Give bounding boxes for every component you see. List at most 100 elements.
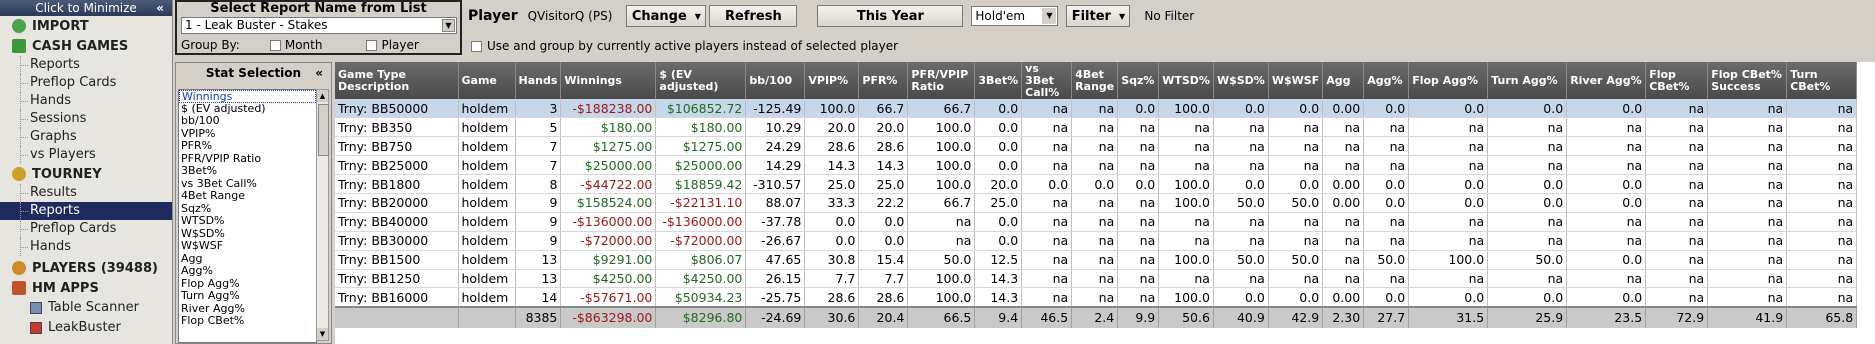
stat-item[interactable]: Winnings bbox=[179, 90, 316, 103]
column-header[interactable]: vs 3Bet Call% bbox=[1021, 62, 1073, 99]
column-header[interactable]: W$SD% bbox=[1213, 62, 1269, 99]
nav-item-cash-preflop-cards[interactable]: Preflop Cards bbox=[0, 74, 172, 92]
stat-list[interactable]: Winnings $ (EV adjusted) bb/100 VPIP% PFR% PF… bbox=[178, 89, 317, 343]
nav-item-cash-vs-players[interactable]: vs Players bbox=[0, 146, 172, 164]
table-cell: na bbox=[1786, 231, 1858, 251]
stat-item[interactable]: PFR% bbox=[179, 139, 316, 153]
column-header[interactable]: Hands bbox=[515, 62, 562, 99]
table-cell: 0.0 bbox=[974, 136, 1023, 157]
minimize-bar[interactable]: Click to Minimize « bbox=[0, 0, 172, 16]
column-header[interactable]: Flop Agg% bbox=[1408, 62, 1489, 99]
date-range-button[interactable]: This Year bbox=[817, 5, 964, 27]
nav-item-leakbuster[interactable]: LeakBuster bbox=[0, 318, 172, 338]
column-header[interactable]: PFR/VPIP Ratio bbox=[907, 62, 976, 99]
table-cell: 100.0 bbox=[1158, 193, 1214, 213]
column-header[interactable]: Turn CBet% bbox=[1786, 62, 1858, 99]
report-name-select[interactable]: 1 - Leak Buster - Stakes ▼ bbox=[181, 17, 457, 34]
table-cell: 14.3 bbox=[974, 287, 1023, 308]
use-active-players-checkbox[interactable] bbox=[471, 40, 482, 52]
nav-item-tourney-results[interactable]: Results bbox=[0, 184, 172, 202]
chevron-left-icon[interactable]: « bbox=[156, 0, 164, 16]
column-header[interactable]: PFR% bbox=[858, 62, 909, 99]
refresh-button[interactable]: Refresh bbox=[709, 5, 798, 27]
stat-item[interactable]: 4Bet Range bbox=[179, 189, 316, 203]
table-cell: na bbox=[1071, 155, 1119, 176]
table-row[interactable]: Trny: BB25000 holdem 7 $25000.00 $25000.00 14… bbox=[335, 155, 1858, 176]
column-header[interactable]: Game bbox=[458, 62, 516, 99]
stat-list-scrollbar[interactable]: ▲ ▼ bbox=[316, 89, 329, 341]
column-header[interactable]: 4Bet Range bbox=[1071, 62, 1119, 99]
stat-item[interactable]: Agg% bbox=[179, 264, 316, 278]
table-row[interactable]: Trny: BB1500 holdem 13 $9291.00 $806.07 47.65… bbox=[335, 250, 1858, 270]
table-row[interactable]: Trny: BB16000 holdem 14 -$57671.00 $50934.23… bbox=[335, 287, 1858, 308]
month-option[interactable]: Month bbox=[269, 38, 323, 52]
stat-item[interactable]: bb/100 bbox=[179, 114, 316, 128]
column-header[interactable]: $ (EV adjusted) bbox=[655, 62, 747, 99]
table-cell: na bbox=[1786, 269, 1858, 289]
table-row[interactable]: Trny: BB30000 holdem 9 -$72000.00 -$72000.00… bbox=[335, 231, 1858, 251]
column-header[interactable]: Flop CBet% Success bbox=[1707, 62, 1788, 99]
table-row[interactable]: Trny: BB750 holdem 7 $1275.00 $1275.00 24.29 2… bbox=[335, 136, 1858, 157]
change-button[interactable]: Change ▼ bbox=[626, 5, 707, 27]
column-header[interactable]: River Agg% bbox=[1566, 62, 1647, 99]
column-header[interactable]: Turn Agg% bbox=[1487, 62, 1568, 99]
game-type-select[interactable]: Hold'em ▼ bbox=[971, 6, 1059, 26]
column-header[interactable]: 3Bet% bbox=[974, 62, 1023, 99]
column-header[interactable]: bb/100 bbox=[745, 62, 806, 99]
scroll-up-icon[interactable]: ▲ bbox=[317, 90, 328, 102]
nav-item-tourney-reports[interactable]: Reports bbox=[0, 202, 172, 220]
nav-section-import[interactable]: IMPORT bbox=[0, 16, 172, 36]
table-cell: Trny: BB25000 bbox=[335, 155, 459, 176]
total-cell: 46.5 bbox=[1021, 305, 1073, 328]
scroll-down-icon[interactable]: ▼ bbox=[317, 328, 328, 340]
table-row[interactable]: Trny: BB1250 holdem 13 $4250.00 $4250.00 26.1… bbox=[335, 269, 1858, 289]
scroll-thumb[interactable] bbox=[318, 104, 329, 156]
column-header[interactable]: WTSD% bbox=[1158, 62, 1214, 99]
table-row[interactable]: Trny: BB50000 holdem 3 -$188238.00 $106852.7… bbox=[335, 99, 1858, 119]
table-cell: 50.0 bbox=[1213, 193, 1269, 213]
column-header[interactable]: VPIP% bbox=[804, 62, 860, 99]
table-cell: na bbox=[1322, 250, 1365, 270]
use-active-players-option[interactable]: Use and group by currently active player… bbox=[471, 39, 898, 53]
month-label: Month bbox=[284, 38, 323, 52]
column-header[interactable]: W$WSF bbox=[1268, 62, 1324, 99]
chevron-down-icon[interactable]: ▼ bbox=[442, 19, 455, 32]
table-cell: na bbox=[1786, 287, 1858, 308]
nav-item-cash-hands[interactable]: Hands bbox=[0, 92, 172, 110]
nav-section-tourney[interactable]: TOURNEY bbox=[0, 164, 172, 184]
stat-item[interactable]: Turn Agg% bbox=[179, 289, 316, 303]
table-cell: 30.8 bbox=[804, 250, 860, 270]
table-row[interactable]: Trny: BB20000 holdem 9 $158524.00 -$22131.10… bbox=[335, 193, 1858, 213]
stat-item[interactable]: W$WSF bbox=[179, 239, 316, 253]
nav-section-hm-apps[interactable]: HM APPS bbox=[0, 278, 172, 298]
column-header[interactable]: Sqz% bbox=[1117, 62, 1160, 99]
table-row[interactable]: Trny: BB350 holdem 5 $180.00 $180.00 10.29 20.… bbox=[335, 117, 1858, 138]
filter-button[interactable]: Filter ▼ bbox=[1066, 5, 1131, 27]
nav-section-cash-games[interactable]: CASH GAMES bbox=[0, 36, 172, 56]
table-cell: na bbox=[1213, 136, 1269, 157]
chevron-left-icon[interactable]: « bbox=[315, 63, 323, 83]
nav-item-table-scanner[interactable]: Table Scanner bbox=[0, 298, 172, 318]
table-row[interactable]: Trny: BB40000 holdem 9 -$136000.00 -$136000.… bbox=[335, 212, 1858, 232]
column-header[interactable]: Game Type Description bbox=[335, 62, 459, 99]
nav-item-cash-sessions[interactable]: Sessions bbox=[0, 110, 172, 128]
column-header[interactable]: Agg bbox=[1322, 62, 1365, 99]
nav-item-tourney-hands[interactable]: Hands bbox=[0, 238, 172, 256]
stat-item[interactable]: Flop CBet% bbox=[179, 314, 316, 328]
table-cell: -$22131.10 bbox=[655, 193, 747, 213]
stat-item[interactable]: 3Bet% bbox=[179, 164, 316, 178]
player-checkbox[interactable] bbox=[366, 39, 378, 51]
column-header[interactable]: Winnings bbox=[560, 62, 657, 99]
nav-item-cash-reports[interactable]: Reports bbox=[0, 56, 172, 74]
table-cell: na bbox=[1786, 193, 1858, 213]
player-option[interactable]: Player bbox=[366, 38, 419, 52]
column-header[interactable]: Agg% bbox=[1363, 62, 1410, 99]
month-checkbox[interactable] bbox=[269, 39, 281, 51]
table-row[interactable]: Trny: BB1800 holdem 8 -$44722.00 $18859.42 -3… bbox=[335, 174, 1858, 194]
nav-item-tourney-preflop-cards[interactable]: Preflop Cards bbox=[0, 220, 172, 238]
nav-section-players[interactable]: PLAYERS (39488) bbox=[0, 258, 172, 278]
nav-item-cash-graphs[interactable]: Graphs bbox=[0, 128, 172, 146]
stat-item[interactable]: WTSD% bbox=[179, 214, 316, 228]
column-header[interactable]: Flop CBet% bbox=[1645, 62, 1709, 99]
table-cell: 100.0 bbox=[1158, 250, 1214, 270]
